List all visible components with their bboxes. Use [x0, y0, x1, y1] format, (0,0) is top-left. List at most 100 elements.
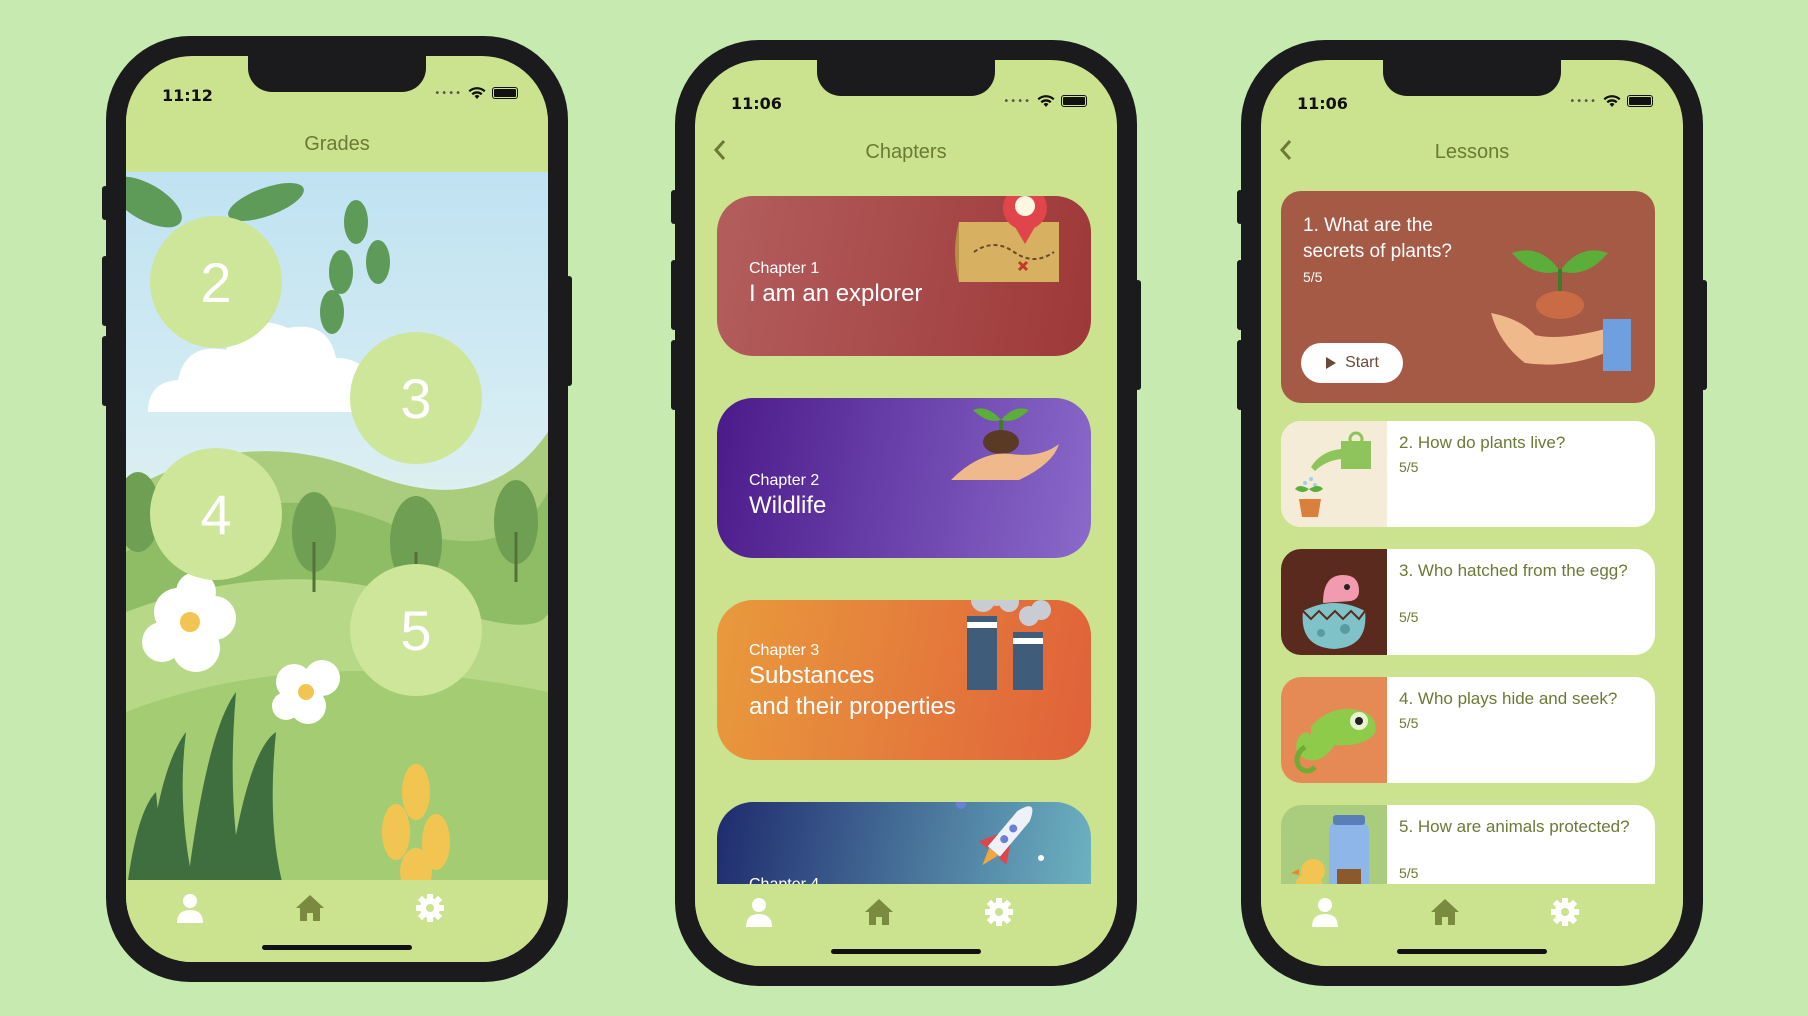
home-icon — [865, 899, 893, 925]
gear-icon — [985, 898, 1013, 926]
chameleon-icon — [1294, 709, 1376, 774]
person-icon — [746, 898, 772, 927]
lesson-2-title: 2. How do plants live? — [1399, 433, 1566, 452]
mute-switch — [1237, 190, 1243, 224]
chapter-2-number: Chapter 2 — [749, 472, 820, 489]
chapter-1-number: Chapter 1 — [749, 260, 820, 277]
phone-chapters: 11:06 •••• Chapters Chapter 1 I am an ex… — [671, 40, 1141, 986]
tab-settings[interactable] — [1545, 892, 1585, 932]
lesson-2-thumbnail — [1281, 421, 1387, 527]
tab-bar — [126, 880, 548, 962]
notch — [1383, 60, 1561, 96]
chevron-left-icon — [1279, 140, 1292, 160]
status-time: 11:12 — [162, 86, 213, 105]
lesson-5-title: 5. How are animals protected? — [1399, 817, 1630, 836]
lesson-3-progress: 5/5 — [1399, 609, 1419, 625]
lesson-3-thumbnail — [1281, 549, 1387, 655]
lesson-4-title: 4. Who plays hide and seek? — [1399, 689, 1618, 708]
status-icons: •••• — [1003, 94, 1087, 108]
plant-hand-icon — [951, 408, 1059, 480]
screen: 11:06 •••• Lessons 1. What are the secre… — [1261, 60, 1683, 966]
mute-switch — [102, 186, 108, 220]
grade-4-button[interactable]: 4 — [150, 448, 282, 580]
lesson-1-progress: 5/5 — [1303, 269, 1323, 285]
power-button — [1135, 280, 1141, 390]
wifi-icon — [468, 87, 486, 99]
lesson-4-card[interactable]: 4. Who plays hide and seek? 5/5 — [1281, 677, 1655, 783]
start-button-label: Start — [1345, 354, 1379, 371]
navbar: Grades — [126, 116, 548, 172]
lesson-list: 1. What are the secrets of plants? 5/5 S… — [1261, 180, 1683, 902]
page-title: Grades — [304, 132, 370, 155]
status-time: 11:06 — [1297, 94, 1348, 113]
chapter-1-title: I am an explorer — [749, 280, 923, 307]
home-icon — [1431, 899, 1459, 925]
power-button — [566, 276, 572, 386]
page-title: Lessons — [1434, 140, 1510, 163]
page-title: Chapters — [865, 140, 947, 163]
home-indicator — [1397, 949, 1547, 954]
status-icons: •••• — [434, 86, 518, 100]
grade-5-button[interactable]: 5 — [350, 564, 482, 696]
lesson-1-title: 1. What are the secrets of plants? — [1303, 215, 1452, 262]
lesson-4-progress: 5/5 — [1399, 715, 1419, 731]
lesson-2-progress: 5/5 — [1399, 459, 1419, 475]
chevron-left-icon — [713, 140, 726, 160]
notch — [817, 60, 995, 96]
volume-down-button — [671, 340, 677, 410]
signal-icon: •••• — [434, 87, 462, 99]
status-time: 11:06 — [731, 94, 782, 113]
chapter-3-number: Chapter 3 — [749, 642, 820, 659]
back-button[interactable] — [1279, 138, 1293, 167]
lesson-4-thumbnail — [1281, 677, 1387, 783]
wifi-icon — [1037, 95, 1055, 107]
volume-down-button — [1237, 340, 1243, 410]
person-icon — [177, 894, 203, 923]
status-icons: •••• — [1569, 94, 1653, 108]
signal-icon: •••• — [1569, 95, 1597, 107]
back-button[interactable] — [713, 138, 727, 167]
power-button — [1701, 280, 1707, 390]
grade-3-button[interactable]: 3 — [350, 332, 482, 464]
volume-down-button — [102, 336, 108, 406]
chapter-2-title: Wildlife — [749, 492, 827, 519]
tab-settings[interactable] — [979, 892, 1019, 932]
lesson-2-card[interactable]: 2. How do plants live? 5/5 — [1281, 421, 1655, 527]
battery-icon — [1627, 95, 1653, 107]
tab-home[interactable] — [859, 892, 899, 932]
person-icon — [1312, 898, 1338, 927]
tab-settings[interactable] — [410, 888, 450, 928]
lesson-1-card[interactable]: 1. What are the secrets of plants? 5/5 S… — [1281, 191, 1655, 403]
tab-profile[interactable] — [1305, 892, 1345, 932]
screen: 11:12 •••• Grades 2 3 4 5 — [126, 56, 548, 962]
navbar: Lessons — [1261, 124, 1683, 180]
lesson-3-card[interactable]: 3. Who hatched from the egg? 5/5 — [1281, 549, 1655, 655]
gear-icon — [1551, 898, 1579, 926]
wifi-icon — [1603, 95, 1621, 107]
screen: 11:06 •••• Chapters Chapter 1 I am an ex… — [695, 60, 1117, 966]
tab-home[interactable] — [1425, 892, 1465, 932]
tab-profile[interactable] — [739, 892, 779, 932]
grade-2-button[interactable]: 2 — [150, 216, 282, 348]
chapter-1-card[interactable]: Chapter 1 I am an explorer — [717, 196, 1091, 356]
chapter-2-card[interactable]: Chapter 2 Wildlife — [717, 398, 1091, 558]
chapter-3-card[interactable]: Chapter 3 Substances and their propertie… — [717, 600, 1091, 760]
battery-icon — [492, 87, 518, 99]
factory-icon — [967, 600, 1051, 690]
dinosaur-egg-icon — [1302, 575, 1366, 649]
tab-profile[interactable] — [170, 888, 210, 928]
tab-bar — [695, 884, 1117, 966]
lesson-5-progress: 5/5 — [1399, 865, 1419, 881]
treasure-map-icon — [955, 196, 1059, 282]
plant-hand-icon — [1491, 250, 1631, 371]
volume-up-button — [102, 256, 108, 326]
home-indicator — [262, 945, 412, 950]
start-button[interactable]: Start — [1301, 343, 1403, 383]
grades-illustration: 2 3 4 5 — [126, 172, 548, 896]
signal-icon: •••• — [1003, 95, 1031, 107]
phone-grades: 11:12 •••• Grades 2 3 4 5 — [102, 36, 572, 982]
play-icon — [1326, 357, 1337, 369]
notch — [248, 56, 426, 92]
tab-home[interactable] — [290, 888, 330, 928]
volume-up-button — [671, 260, 677, 330]
